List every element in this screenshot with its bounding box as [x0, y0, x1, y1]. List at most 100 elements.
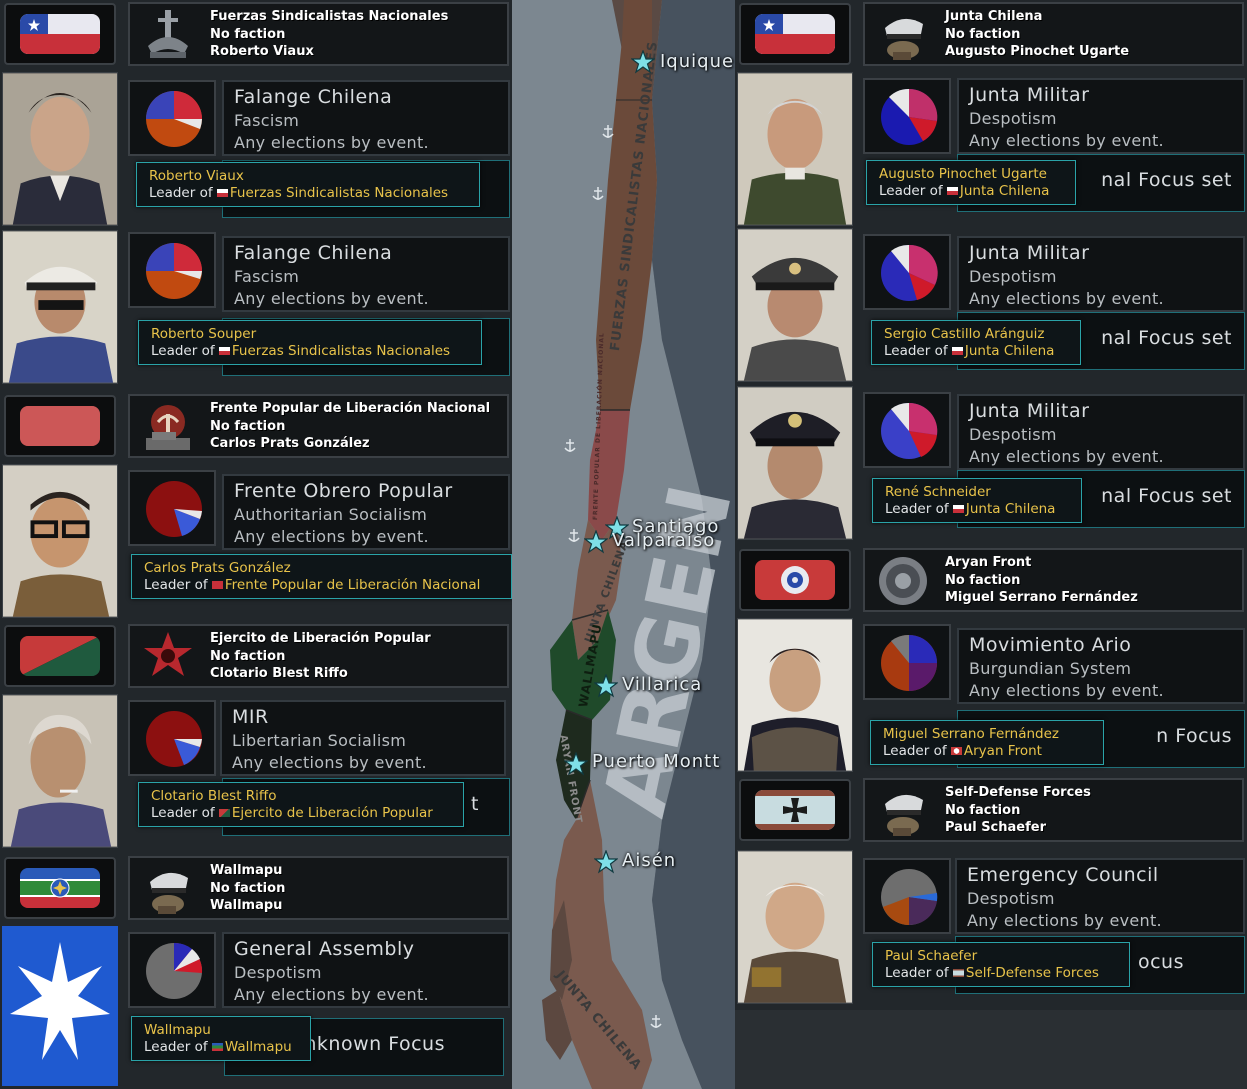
elp-flag-icon — [20, 636, 100, 676]
focus-text: nal Focus set — [1101, 485, 1232, 507]
port-anchor-icon[interactable] — [592, 186, 604, 202]
flag-frame — [739, 3, 851, 65]
capital-star-icon[interactable] — [594, 674, 618, 698]
country-header-fsn[interactable]: Fuerzas Sindicalistas Nacionales No fact… — [0, 0, 512, 70]
chile-flag-icon — [755, 14, 835, 54]
tooltip-leader-name: Sergio Castillo Aránguiz — [884, 326, 1045, 342]
leader-tooltip: Carlos Prats González Leader of Frente P… — [131, 554, 512, 599]
country-header-fpln[interactable]: Frente Popular de Liberación Nacional No… — [0, 392, 512, 462]
leader-portrait[interactable] — [2, 694, 118, 848]
city-label[interactable]: Villarica — [622, 674, 702, 695]
faction-label: No faction — [210, 648, 286, 664]
leader-portrait[interactable] — [737, 850, 853, 1004]
party-name: General Assembly — [234, 938, 415, 960]
leader-portrait[interactable] — [2, 230, 118, 384]
tooltip-faction: Wallmapu — [224, 1039, 292, 1055]
country-name: Fuerzas Sindicalistas Nacionales — [210, 9, 449, 24]
ideology: Despotism — [234, 963, 322, 982]
wallmapu-flag-icon — [211, 1043, 223, 1051]
tooltip-faction: Junta Chilena — [965, 501, 1056, 517]
party-name: Falange Chilena — [234, 86, 393, 108]
military-cap-icon — [885, 18, 923, 60]
city-label[interactable]: Puerto Montt — [592, 751, 720, 772]
wallmapu-emblem-portrait[interactable] — [2, 926, 118, 1086]
tooltip-leader-name: René Schneider — [885, 484, 991, 500]
leader-portrait[interactable] — [2, 72, 118, 226]
port-anchor-icon[interactable] — [650, 1014, 662, 1030]
tooltip-leader-name: Carlos Prats González — [144, 560, 291, 576]
focus-text: nal Focus set — [1101, 327, 1232, 349]
tooltip-leader-prefix: Leader of — [879, 183, 943, 199]
leader-portrait[interactable] — [737, 228, 853, 382]
party-name: Junta Militar — [969, 242, 1090, 264]
government-box: Falange Chilena Fascism Any elections by… — [222, 236, 510, 312]
leader-name: Carlos Prats González — [210, 436, 370, 451]
military-cap-icon — [150, 872, 188, 914]
elections-info: Any elections by event. — [234, 133, 429, 152]
city-label[interactable]: Aisén — [622, 850, 676, 871]
elections-info: Any elections by event. — [969, 131, 1164, 150]
country-info-box: Junta Chilena No faction Augusto Pinoche… — [863, 2, 1244, 66]
leader-name: Miguel Serrano Fernández — [945, 590, 1138, 605]
party-name: Junta Militar — [969, 400, 1090, 422]
elections-info: Any elections by event. — [234, 985, 429, 1004]
left-country-column: Fuerzas Sindicalistas Nacionales No fact… — [0, 0, 512, 1089]
popularity-pie — [863, 624, 951, 700]
country-header-sdf[interactable]: Self-Defense Forces No faction Paul Scha… — [735, 776, 1247, 846]
leader-portrait[interactable] — [2, 464, 118, 618]
elections-info: Any elections by event. — [967, 911, 1162, 930]
flag-frame — [739, 779, 851, 841]
map-view[interactable]: ARGEN FUERZAS SINDICALISTAS NACIONALES F… — [512, 0, 735, 1089]
flag-frame — [4, 395, 116, 457]
government-box: General Assembly Despotism Any elections… — [222, 932, 510, 1008]
port-anchor-icon[interactable] — [564, 438, 576, 454]
leader-tooltip: René Schneider Leader of Junta Chilena — [872, 478, 1082, 523]
leader-tooltip: Miguel Serrano Fernández Leader of Aryan… — [870, 720, 1104, 765]
party-name: Falange Chilena — [234, 242, 393, 264]
government-box: Junta Militar Despotism Any elections by… — [957, 236, 1245, 312]
fpln-emblem-icon — [146, 405, 190, 450]
leader-portrait[interactable] — [737, 618, 853, 772]
tooltip-leader-prefix: Leader of — [151, 343, 215, 359]
tooltip-faction: Self-Defense Forces — [965, 965, 1099, 981]
leader-name: Paul Schaefer — [945, 820, 1046, 835]
focus-text: ocus — [1137, 951, 1184, 973]
tooltip-leader-prefix: Leader of — [885, 501, 949, 517]
capital-star-icon[interactable] — [564, 752, 588, 776]
leader-portrait[interactable] — [737, 72, 853, 226]
port-anchor-icon[interactable] — [602, 124, 614, 140]
chile-flag-icon — [20, 14, 100, 54]
elections-info: Any elections by event. — [234, 289, 429, 308]
country-header-aryan[interactable]: Aryan Front No faction Miguel Serrano Fe… — [735, 546, 1247, 616]
party-name: Emergency Council — [967, 864, 1159, 886]
fpln-flag-icon — [20, 406, 100, 446]
tooltip-leader-name: Clotario Blest Riffo — [151, 788, 277, 804]
country-header-wallmapu[interactable]: Wallmapu No faction Wallmapu — [0, 854, 512, 924]
elp-emblem-icon — [144, 632, 192, 676]
party-name: MIR — [232, 706, 269, 728]
popularity-pie — [863, 392, 951, 468]
aryan-flag-icon — [950, 747, 962, 755]
flag-frame — [739, 549, 851, 611]
tooltip-leader-prefix: Leader of — [144, 577, 208, 593]
country-header-elp[interactable]: Ejercito de Liberación Popular No factio… — [0, 622, 512, 692]
tooltip-leader-name: Miguel Serrano Fernández — [883, 726, 1059, 742]
faction-label: No faction — [210, 880, 286, 896]
iron-cross-flag-icon — [755, 790, 835, 830]
capital-star-icon[interactable] — [584, 530, 608, 554]
capital-star-icon[interactable] — [631, 50, 655, 74]
country-header-junta[interactable]: Junta Chilena No faction Augusto Pinoche… — [735, 0, 1247, 70]
military-cap-icon — [885, 794, 923, 836]
tooltip-faction: Junta Chilena — [964, 343, 1055, 359]
elp-flag-icon — [218, 809, 230, 817]
party-name: Junta Militar — [969, 84, 1090, 106]
capital-star-icon[interactable] — [594, 850, 618, 874]
chile-flag-icon — [952, 505, 964, 513]
country-info-box: Aryan Front No faction Miguel Serrano Fe… — [863, 548, 1244, 612]
ideology: Despotism — [969, 267, 1057, 286]
leader-portrait[interactable] — [737, 386, 853, 540]
city-label[interactable]: Iquique — [660, 51, 734, 72]
popularity-pie — [128, 932, 216, 1008]
city-label[interactable]: Valparaíso — [612, 530, 715, 551]
port-anchor-icon[interactable] — [568, 528, 580, 544]
